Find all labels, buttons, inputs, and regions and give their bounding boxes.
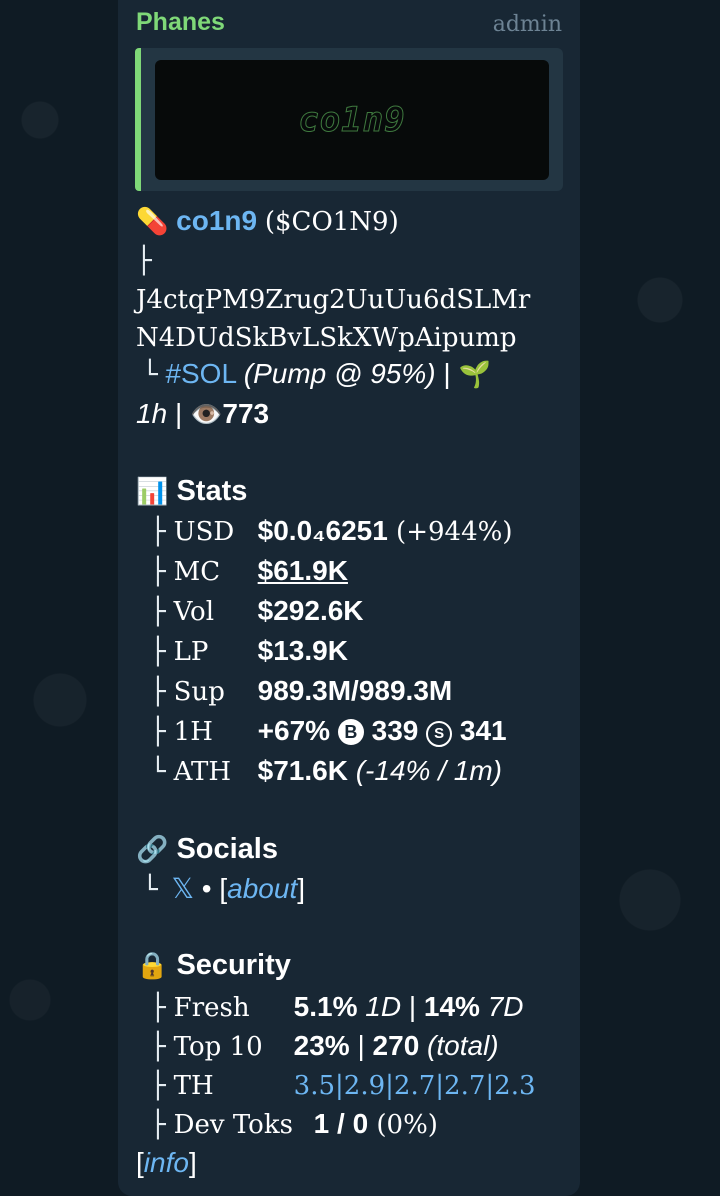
- stat-value: $292.6K: [257, 595, 364, 626]
- tree-branch: ├: [150, 677, 166, 707]
- tree-branch: ├: [150, 717, 166, 747]
- tree-branch: ├: [150, 597, 166, 627]
- stats-row: ├ 1H +67% B 339 S 341: [136, 714, 507, 749]
- security-period-2: (total): [419, 1030, 499, 1061]
- stats-row: ├ LP $13.9K: [136, 634, 348, 669]
- stat-label: Vol: [173, 597, 215, 627]
- tree-branch: ├: [150, 557, 166, 587]
- security-label: Fresh: [173, 993, 250, 1023]
- token-address-2[interactable]: N4DUdSkBvLSkXWpAipump: [136, 321, 517, 355]
- link-icon: 🔗: [136, 834, 169, 864]
- security-period: 1D: [357, 991, 402, 1022]
- token-meta-line: └ #SOL (Pump @ 95%) | 🌱: [142, 358, 491, 390]
- holder-link[interactable]: 2.9: [344, 1071, 385, 1101]
- stats-row: ├ USD $0.0₄6251 (+944%): [136, 514, 512, 549]
- tree-branch: ├: [150, 993, 166, 1023]
- stat-label: Sup: [173, 677, 225, 707]
- token-name-link[interactable]: co1n9: [176, 205, 257, 236]
- stat-value: +67%: [257, 715, 331, 746]
- security-value: 1 / 0: [313, 1108, 369, 1139]
- stats-row: ├ Vol $292.6K: [136, 594, 364, 629]
- socials-heading: 🔗 Socials: [136, 833, 278, 865]
- preview-image[interactable]: co1n9: [155, 60, 549, 180]
- stat-label: LP: [173, 637, 209, 667]
- holder-link[interactable]: 3.5: [294, 1071, 335, 1101]
- tree-branch: ├: [150, 1110, 166, 1140]
- stats-row: ├ Sup 989.3M/989.3M: [136, 674, 452, 709]
- preview-accent-bar: [135, 48, 141, 191]
- token-address-1[interactable]: J4ctqPM9Zrug2UuUu6dSLMr: [136, 283, 530, 317]
- stat-value: $13.9K: [257, 635, 348, 666]
- security-value-2: 270: [372, 1030, 420, 1061]
- security-row: ├ Dev Toks 1 / 0 (0%): [136, 1107, 438, 1142]
- bar-chart-icon: 📊: [136, 476, 169, 506]
- holder-link[interactable]: 2.7: [444, 1071, 485, 1101]
- tree-branch: ├: [150, 517, 166, 547]
- security-row: ├ TH 3.5|2.9|2.7|2.7|2.3: [150, 1071, 536, 1101]
- sell-count: 341: [452, 715, 507, 746]
- tree-branch: ├: [150, 1032, 166, 1062]
- security-row: ├ Top 10 23% | 270 (total): [150, 1030, 499, 1062]
- stat-label: ATH: [173, 757, 232, 787]
- about-link[interactable]: about: [227, 873, 297, 904]
- stats-heading: 📊 Stats: [136, 475, 248, 507]
- stat-label: USD: [173, 517, 235, 547]
- security-value-2: 14%: [423, 991, 480, 1022]
- sender-name[interactable]: Phanes: [136, 8, 225, 37]
- token-ticker: ($CO1N9): [264, 207, 399, 237]
- security-heading: 🔒 Security: [136, 949, 291, 981]
- security-value: 5.1%: [293, 991, 358, 1022]
- holder-link[interactable]: 2.3: [494, 1071, 535, 1101]
- holder-link[interactable]: 2.7: [394, 1071, 435, 1101]
- preview-logo: co1n9: [298, 100, 406, 141]
- stat-extra: (-14% / 1m): [347, 755, 502, 786]
- stats-row: ├ MC $61.9K: [136, 554, 348, 589]
- token-title-line: 💊 co1n9 ($CO1N9): [136, 204, 399, 239]
- stat-label: 1H: [173, 717, 213, 747]
- tree-branch: ├: [150, 637, 166, 667]
- stats-row: └ ATH $71.6K (-14% / 1m): [136, 754, 502, 789]
- tree-branch: └: [150, 757, 166, 787]
- stat-value: $71.6K: [257, 755, 348, 786]
- token-age: 1h: [136, 398, 168, 429]
- info-line: [info]: [136, 1147, 197, 1178]
- address-branch: ├: [136, 246, 152, 276]
- eye-icon: 👁️: [190, 399, 223, 429]
- buy-count: 339: [363, 715, 427, 746]
- x-link[interactable]: 𝕏: [171, 873, 194, 904]
- stat-value: 989.3M/989.3M: [257, 675, 453, 706]
- view-count: 773: [222, 398, 270, 429]
- lock-icon: 🔒: [136, 950, 169, 980]
- security-period-2: 7D: [479, 991, 524, 1022]
- stat-extra: (+944%): [387, 517, 513, 547]
- chain-hashtag[interactable]: #SOL: [165, 358, 236, 389]
- tree-branch: ├: [150, 1071, 166, 1101]
- pump-info: (Pump @ 95%): [243, 358, 436, 389]
- pill-icon: 💊: [136, 206, 169, 236]
- buy-icon: B: [337, 719, 364, 745]
- security-value: 23%: [293, 1030, 350, 1061]
- security-extra: (0%): [368, 1110, 438, 1140]
- socials-row: └ 𝕏 • [about]: [142, 873, 306, 905]
- stat-label: MC: [173, 557, 221, 587]
- stat-value: $0.0₄6251: [257, 515, 388, 546]
- security-label: Dev Toks: [173, 1110, 293, 1140]
- link-preview[interactable]: co1n9: [135, 48, 563, 191]
- sell-icon: S: [426, 721, 453, 747]
- security-label: Top 10: [173, 1032, 263, 1062]
- sprout-icon: 🌱: [458, 359, 491, 389]
- stat-value[interactable]: $61.9K: [258, 555, 348, 586]
- security-row: ├ Fresh 5.1% 1D | 14% 7D: [150, 991, 524, 1023]
- admin-badge: admin: [492, 12, 562, 37]
- security-label: TH: [173, 1071, 214, 1101]
- token-age-line: 1h | 👁️773: [136, 398, 270, 429]
- info-link[interactable]: info: [144, 1147, 189, 1178]
